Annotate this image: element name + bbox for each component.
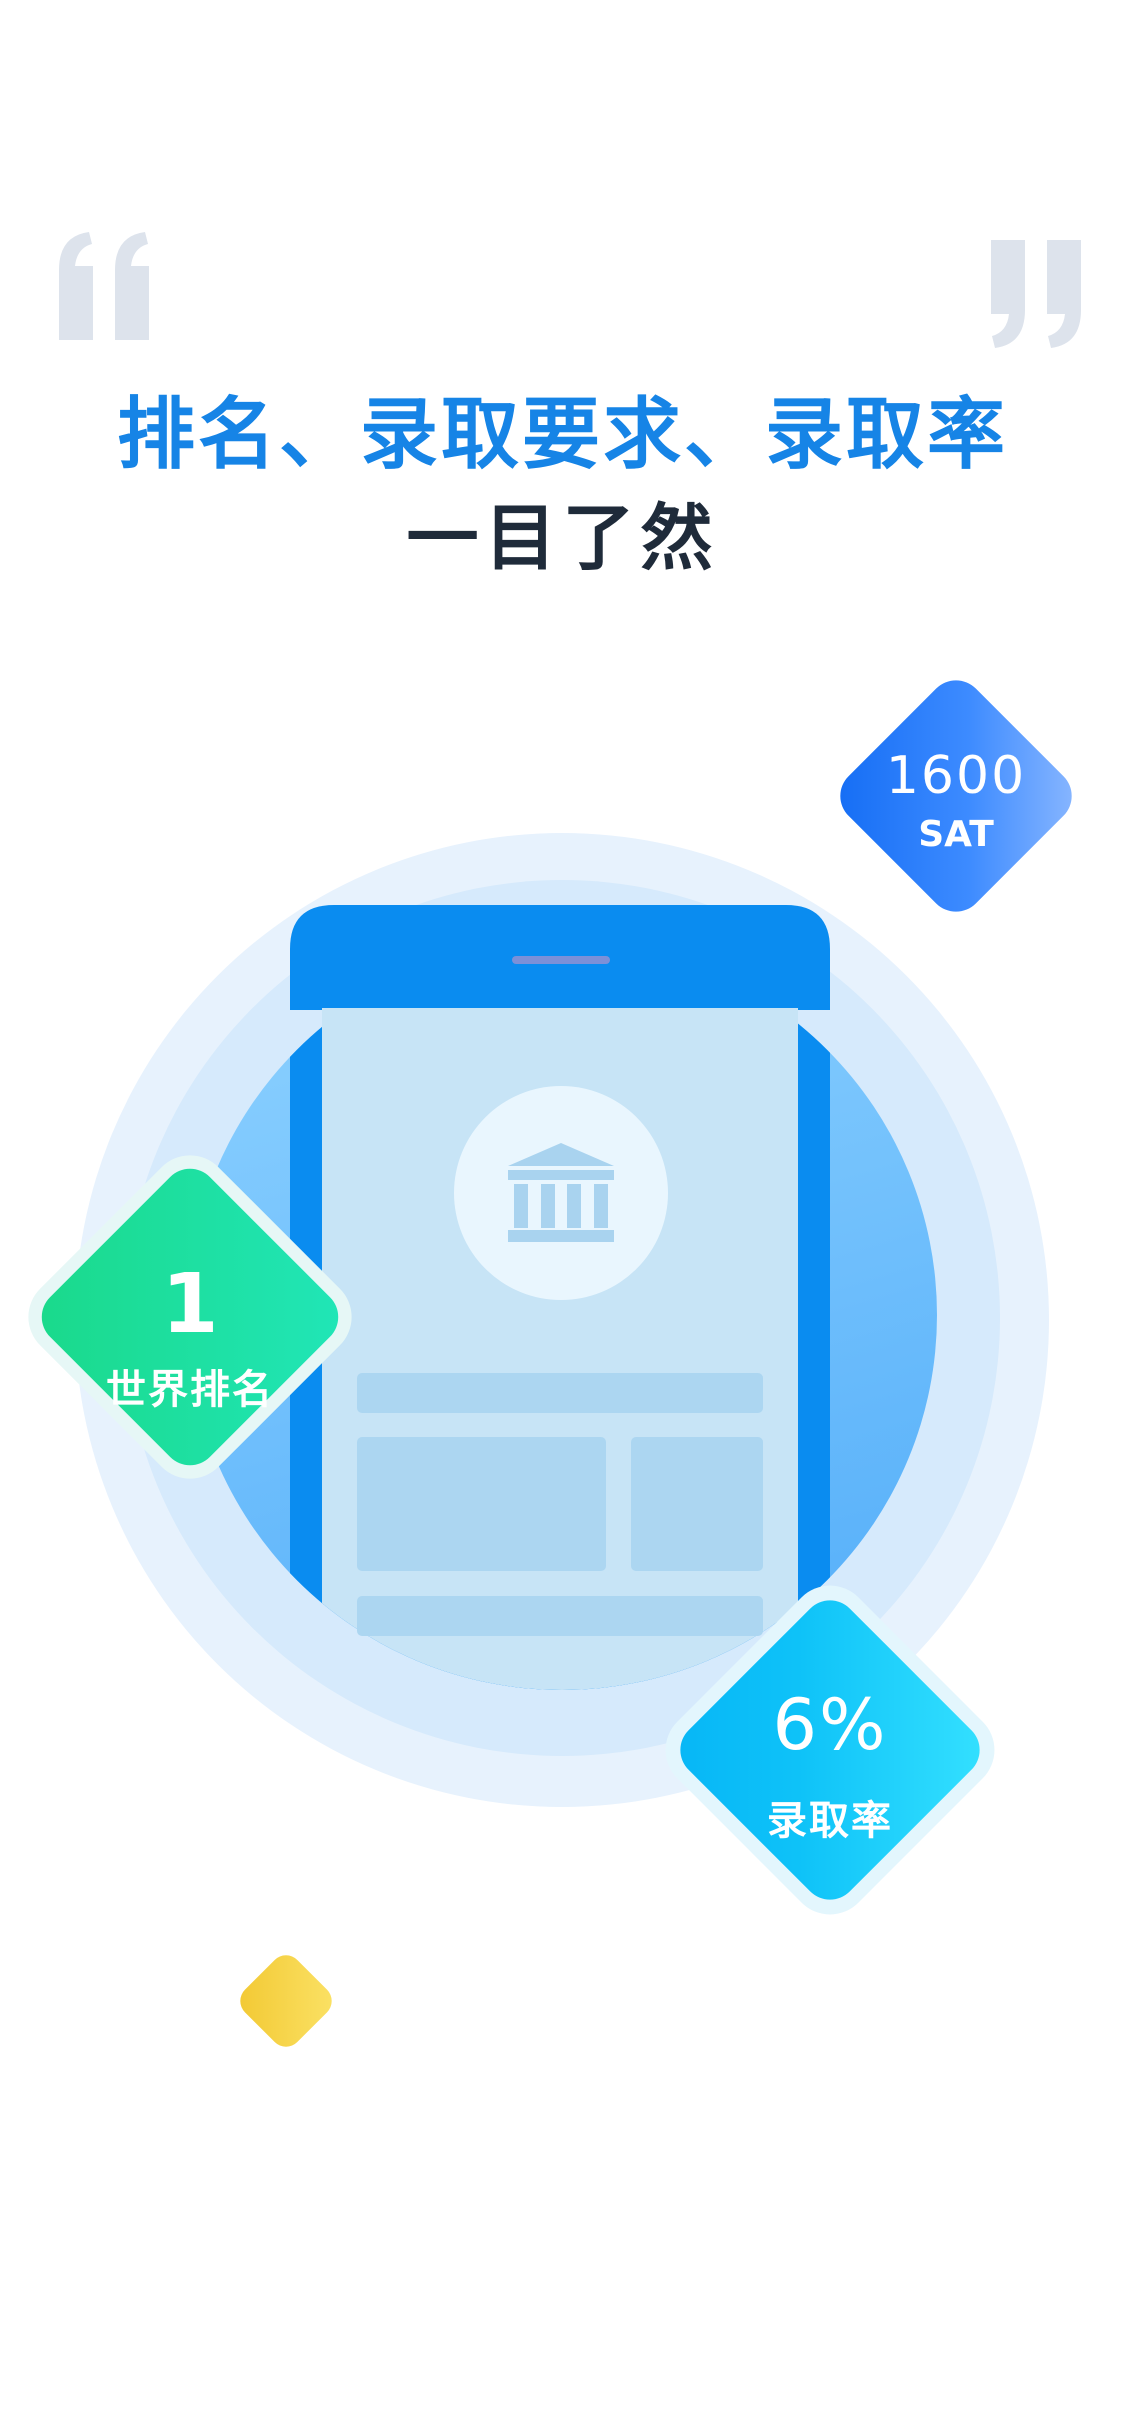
world-rank-label: 世界排名 xyxy=(106,1367,274,1413)
acceptance-rate-badge: 6% 录取率 xyxy=(648,1568,1012,1932)
content-card-left xyxy=(357,1437,606,1571)
content-bar-1 xyxy=(357,1373,763,1413)
world-rank-value: 1 xyxy=(161,1257,219,1352)
sat-score-label: SAT xyxy=(918,814,994,855)
acceptance-rate-value: 6% xyxy=(772,1684,888,1766)
bank-icon-circle xyxy=(454,1086,668,1300)
decorative-yellow-diamond xyxy=(233,1948,339,2054)
content-card-right xyxy=(631,1437,763,1571)
phone-screen-top xyxy=(322,1008,798,1048)
sat-score-value: 1600 xyxy=(885,746,1027,806)
onboarding-screen: 排名、录取要求、录取率 一目了然 1600 SAT 1 世界排名 6% 录取率 xyxy=(0,0,1125,2436)
yellow-diamond-shape xyxy=(233,1948,339,2054)
sat-badge: 1600 SAT xyxy=(828,668,1084,924)
world-rank-badge: 1 世界排名 xyxy=(11,1138,369,1496)
phone-speaker xyxy=(512,956,610,964)
acceptance-rate-label: 录取率 xyxy=(767,1798,893,1844)
